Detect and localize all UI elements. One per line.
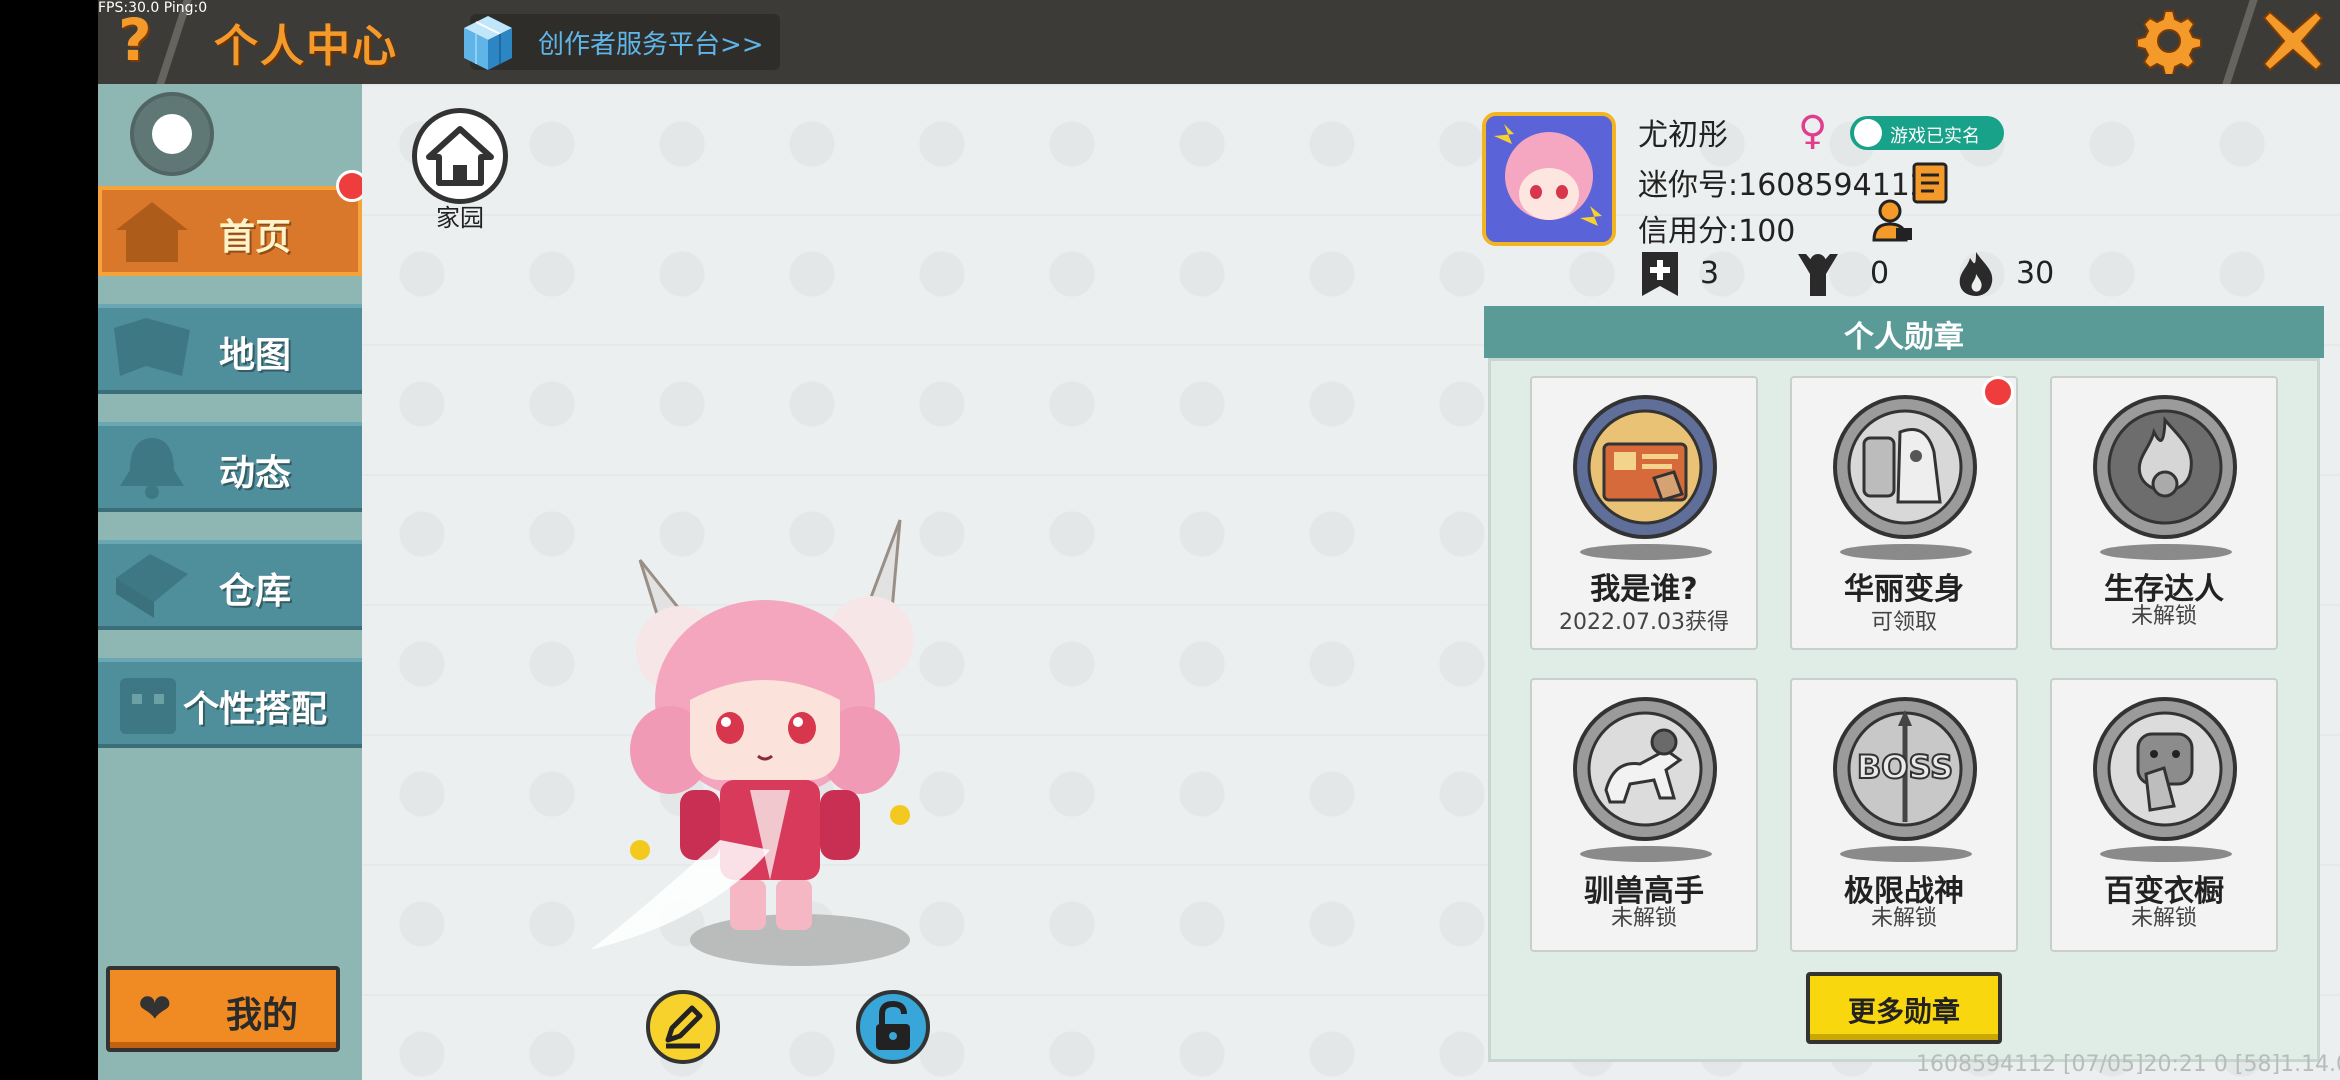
popularity-count: 30 — [2016, 256, 2055, 291]
id-card-medal-icon — [1573, 395, 1717, 539]
pencil-icon — [665, 1005, 703, 1049]
sidebar-item-map[interactable]: 地图 — [98, 304, 362, 394]
edit-button[interactable] — [646, 990, 720, 1064]
wardrobe-medal-icon — [2093, 697, 2237, 841]
mine-label: 我的 — [226, 995, 299, 1036]
medal-shadow — [1840, 544, 1972, 560]
badge-status: 未解锁 — [1870, 906, 1937, 931]
credit-score: 信用分:100 — [1638, 214, 1796, 249]
profile-avatar[interactable] — [1482, 112, 1616, 246]
gear-icon[interactable] — [2136, 8, 2202, 74]
badge-status: 2022.07.03获得 — [1559, 610, 1729, 635]
home-label: 家园 — [436, 204, 484, 232]
badge-status: 可领取 — [1870, 610, 1937, 635]
female-icon: ♀ — [1798, 108, 1828, 154]
badge-panel-header: 个人勋章 — [1484, 306, 2324, 358]
more-badges-button[interactable]: 更多勋章 — [1806, 972, 2002, 1044]
transform-medal-icon — [1833, 395, 1977, 539]
notification-dot — [1982, 376, 2014, 408]
fps-readout: FPS:30.0 Ping:0 — [98, 0, 208, 16]
medal-shadow — [1580, 544, 1712, 560]
boss-text: BOSS — [1857, 748, 1953, 786]
medal-shadow — [2100, 846, 2232, 862]
badge-status: 未解锁 — [1610, 906, 1677, 931]
medal-shadow — [2100, 544, 2232, 560]
medal-shadow — [1580, 846, 1712, 862]
top-bar — [98, 0, 2340, 84]
badge-title: 我是谁? — [1590, 572, 1698, 607]
person-card-icon[interactable] — [1870, 198, 1914, 244]
player-name: 尤初彤 — [1638, 118, 1728, 153]
medal-shadow — [1840, 846, 1972, 862]
close-icon[interactable] — [2262, 10, 2324, 72]
unlock-button[interactable] — [856, 990, 930, 1064]
badge-card[interactable]: BOSS 极限战神 未解锁 — [1790, 678, 2018, 952]
help-button[interactable]: ? — [118, 6, 152, 74]
verified-label: 游戏已实名 — [1890, 126, 1980, 147]
more-badges-label: 更多勋章 — [1847, 995, 1960, 1028]
boss-medal-icon: BOSS — [1833, 697, 1977, 841]
house-icon — [426, 126, 494, 186]
mine-button[interactable]: ❤ 我的 — [106, 966, 340, 1052]
sidebar-item-feed[interactable]: 动态 — [98, 422, 362, 512]
cube-icon — [464, 16, 512, 70]
verified-badge: 游戏已实名 — [1850, 116, 2004, 150]
page-title: 个人中心 — [214, 21, 398, 72]
heart-icon: ❤ — [138, 986, 172, 1032]
sidebar-item-label: 动态 — [218, 453, 291, 494]
flame-icon — [1959, 252, 1993, 296]
badge-card[interactable]: 驯兽高手 未解锁 — [1530, 678, 1758, 952]
record-button[interactable] — [130, 92, 214, 176]
sidebar-item-warehouse[interactable]: 仓库 — [98, 540, 362, 630]
badge-status: 未解锁 — [2130, 604, 2197, 629]
badge-card[interactable]: 华丽变身 可领取 — [1790, 376, 2018, 650]
fans-icon — [1798, 254, 1838, 296]
tamer-medal-icon — [1573, 697, 1717, 841]
avatar — [1486, 116, 1612, 242]
creator-link-label[interactable]: 创作者服务平台>> — [538, 24, 764, 61]
screen: FPS:30.0 Ping:0 ? 个人中心 创作者服务平台>> 首页 地图 动… — [0, 0, 2340, 1080]
badge-card[interactable]: 生存达人 未解锁 — [2050, 376, 2278, 650]
sidebar-item-outfit[interactable]: 个性搭配 — [98, 658, 362, 748]
home-button[interactable] — [412, 108, 508, 204]
sidebar-item-home[interactable]: 首页 — [98, 186, 362, 276]
add-friend-icon — [1642, 252, 1678, 296]
verified-person-icon — [1854, 119, 1882, 147]
badge-title: 华丽变身 — [1844, 572, 1964, 607]
debug-footer: 1608594112 [07/05]20:21 0 [58]1.14.0 — [1916, 1052, 2340, 1077]
fire-medal-icon — [2093, 395, 2237, 539]
sidebar-item-label: 地图 — [218, 335, 291, 376]
badge-card[interactable]: 我是谁? 2022.07.03获得 — [1530, 376, 1758, 650]
lock-icon — [876, 1000, 910, 1050]
copy-icon[interactable] — [1912, 162, 1948, 204]
fans-count: 0 — [1870, 256, 1890, 291]
badge-status: 未解锁 — [2130, 906, 2197, 931]
badge-panel-title: 个人勋章 — [1844, 320, 1964, 355]
sidebar-item-label: 仓库 — [218, 571, 291, 612]
friend-count: 3 — [1700, 256, 1720, 291]
sidebar-item-label: 个性搭配 — [182, 689, 327, 730]
badge-card[interactable]: 百变衣橱 未解锁 — [2050, 678, 2278, 952]
player-avatar[interactable] — [570, 500, 970, 980]
sidebar-item-label: 首页 — [218, 217, 291, 258]
